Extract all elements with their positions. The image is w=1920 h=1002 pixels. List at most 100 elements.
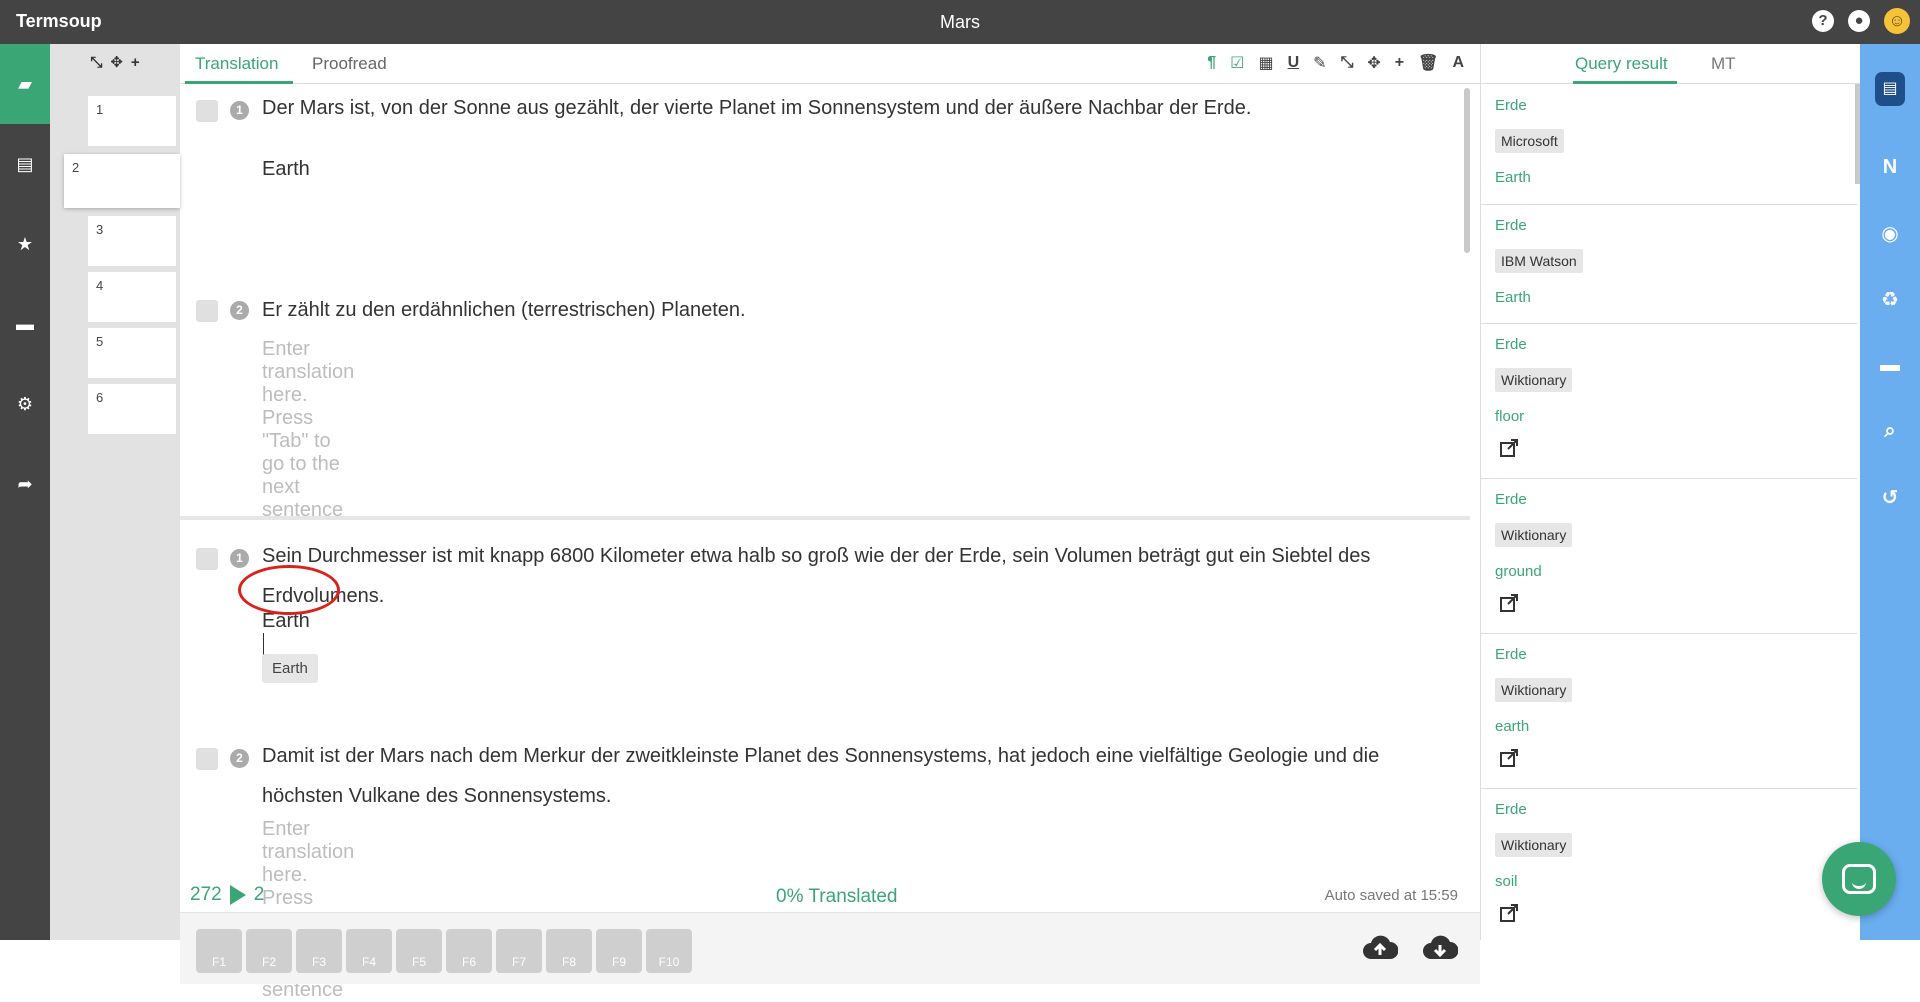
editor-tabs: Translation Proofread ¶ ☑ ▦ U ✎ ⤡ ✥ + 🗑 … — [180, 44, 1480, 84]
play-icon[interactable] — [229, 885, 246, 905]
autosave-status: Auto saved at 15:59 — [1324, 887, 1458, 904]
checkbox-icon[interactable]: ☑ — [1230, 53, 1244, 73]
tool-preview[interactable]: ◉ — [1860, 200, 1920, 266]
sentence-number: 2 — [230, 301, 249, 320]
tool-sidebar: ▤ N ◉ ♻ ▬ ⌕ ↺ — [1860, 44, 1920, 940]
segment-column: ⤡ ✥ + 1 2 3 4 5 6 — [50, 44, 180, 940]
nav-store[interactable]: ▬ — [0, 284, 50, 364]
query-panel: Query result MT Erde Microsoft Earth Erd… — [1480, 44, 1861, 940]
add-icon[interactable]: + — [1395, 54, 1404, 72]
star-icon: ★ — [16, 233, 34, 254]
card-translation[interactable]: earth — [1495, 718, 1529, 735]
card-translation[interactable]: Earth — [1495, 169, 1531, 186]
search-icon: ⌕ — [1884, 419, 1896, 442]
segment-thumb-4[interactable]: 4 — [88, 272, 176, 322]
card-translation[interactable]: ground — [1495, 563, 1542, 580]
left-nav: ▰ ▤ ★ ▬ ⚙ ➦ — [0, 44, 50, 940]
editor-toolbar: ¶ ☑ ▦ U ✎ ⤡ ✥ + 🗑 A — [1207, 53, 1464, 73]
paragraph-icon[interactable]: ¶ — [1207, 54, 1216, 72]
nav-settings[interactable]: ⚙ — [0, 364, 50, 444]
translation-input[interactable]: Enter translation here. Press "Tab" to g… — [262, 338, 354, 522]
add-icon[interactable]: + — [131, 54, 140, 71]
fkey-f10[interactable]: F10 — [646, 929, 692, 973]
document-icon: ▤ — [1875, 72, 1905, 106]
nav-logout[interactable]: ➦ — [0, 444, 50, 524]
font-icon[interactable]: A — [1452, 54, 1464, 72]
paragraph-block-1: 1 Der Mars ist, von der Sonne aus gezähl… — [180, 84, 1470, 521]
external-link-icon[interactable] — [1499, 438, 1519, 458]
card-source: Wiktionary — [1495, 523, 1573, 547]
target-text[interactable]: Earth — [262, 610, 310, 657]
help-icon[interactable]: ? — [1812, 10, 1834, 32]
fkey-f8[interactable]: F8 — [546, 929, 592, 973]
fkey-f2[interactable]: F2 — [246, 929, 292, 973]
sentence-checkbox[interactable] — [196, 300, 218, 322]
text-caret — [263, 633, 264, 655]
fkey-f9[interactable]: F9 — [596, 929, 642, 973]
fkey-f3[interactable]: F3 — [296, 929, 342, 973]
nav-favorites[interactable]: ★ — [0, 204, 50, 284]
card-translation[interactable]: soil — [1495, 873, 1518, 890]
card-term: Erde — [1495, 646, 1527, 663]
underline-icon[interactable]: U — [1288, 54, 1300, 72]
tab-query-result[interactable]: Query result — [1575, 54, 1668, 74]
query-card: Erde Wiktionary ground — [1481, 479, 1857, 634]
nav-media[interactable]: ▤ — [0, 124, 50, 204]
card-source: Wiktionary — [1495, 368, 1573, 392]
card-source: Wiktionary — [1495, 833, 1573, 857]
move-icon[interactable]: ✥ — [1367, 53, 1380, 73]
tool-document[interactable]: ▤ — [1860, 44, 1920, 134]
segment-thumb-2[interactable]: 2 — [64, 154, 180, 208]
store-icon: ▬ — [16, 313, 34, 334]
card-term: Erde — [1495, 97, 1527, 114]
fkey-f7[interactable]: F7 — [496, 929, 542, 973]
split-icon[interactable]: ⤡ — [1341, 54, 1354, 72]
term-suggestion-chip[interactable]: Earth — [262, 654, 318, 683]
segment-thumb-6[interactable]: 6 — [88, 384, 176, 434]
tab-mt[interactable]: MT — [1711, 54, 1736, 74]
sentence-checkbox[interactable] — [196, 100, 218, 122]
pencil-icon[interactable]: ✎ — [1313, 53, 1326, 73]
tool-history[interactable]: ↺ — [1860, 464, 1920, 530]
target-text[interactable]: Earth — [262, 158, 310, 181]
external-link-icon[interactable] — [1499, 903, 1519, 923]
tool-notes[interactable]: N — [1860, 134, 1920, 200]
sentence-checkbox[interactable] — [196, 548, 218, 570]
sentence-checkbox[interactable] — [196, 748, 218, 770]
tab-proofread[interactable]: Proofread — [312, 54, 387, 74]
tool-comments[interactable]: ▬ — [1860, 332, 1920, 398]
user-avatar-icon[interactable]: ☺ — [1884, 8, 1910, 34]
gear-icon: ⚙ — [16, 393, 34, 414]
title-icons: ? ● ☺ — [1812, 8, 1910, 34]
grid-icon[interactable]: ▦ — [1258, 53, 1273, 73]
segment-thumb-5[interactable]: 5 — [88, 328, 176, 378]
card-translation[interactable]: floor — [1495, 408, 1524, 425]
external-link-icon[interactable] — [1499, 593, 1519, 613]
trash-icon[interactable]: 🗑 — [1418, 53, 1438, 73]
source-text: Der Mars ist, von der Sonne aus gezählt,… — [262, 97, 1252, 119]
card-translation[interactable]: Earth — [1495, 289, 1531, 306]
fkey-f1[interactable]: F1 — [196, 929, 242, 973]
segment-thumb-1[interactable]: 1 — [88, 96, 176, 146]
chat-launcher-button[interactable] — [1822, 842, 1896, 916]
comments-icon[interactable]: ● — [1848, 10, 1870, 32]
fkey-f4[interactable]: F4 — [346, 929, 392, 973]
document-title: Mars — [940, 12, 980, 32]
fkey-f5[interactable]: F5 — [396, 929, 442, 973]
cloud-download-icon[interactable] — [1422, 933, 1459, 961]
editor-scrollbar[interactable] — [1464, 88, 1470, 253]
external-link-icon[interactable] — [1499, 748, 1519, 768]
tab-translation[interactable]: Translation — [195, 54, 278, 74]
fkey-f6[interactable]: F6 — [446, 929, 492, 973]
tool-recycle[interactable]: ♻ — [1860, 266, 1920, 332]
segment-thumb-3[interactable]: 3 — [88, 216, 176, 266]
move-icon[interactable]: ✥ — [110, 53, 123, 71]
nav-projects[interactable]: ▰ — [0, 44, 50, 124]
tool-search[interactable]: ⌕ — [1860, 398, 1920, 464]
sentence-count: 272 — [190, 884, 222, 905]
split-icon[interactable]: ⤡ — [90, 54, 102, 71]
query-card: Erde Wiktionary floor — [1481, 324, 1857, 479]
chat-icon — [1842, 864, 1876, 894]
cloud-upload-icon[interactable] — [1362, 933, 1399, 961]
source-text: Er zählt zu den erdähnlichen (terrestris… — [262, 299, 746, 321]
